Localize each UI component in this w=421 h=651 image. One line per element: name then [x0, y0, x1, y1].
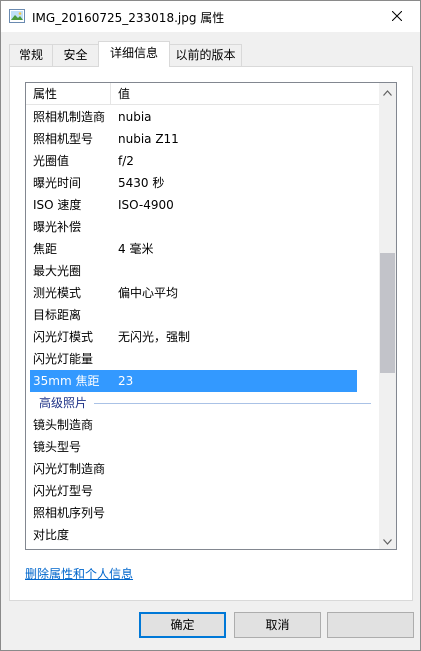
- property-name: 最大光圈: [33, 264, 82, 278]
- property-name: 闪光灯型号: [33, 484, 94, 498]
- chevron-up-icon: [383, 85, 392, 99]
- list-item[interactable]: 光圈值 f/2: [26, 150, 381, 172]
- tab-label: 详细信息: [109, 46, 158, 60]
- header-property[interactable]: 属性: [33, 83, 57, 105]
- group-divider: [94, 403, 371, 404]
- property-name: 照相机制造商: [33, 110, 106, 124]
- list-item-selected[interactable]: 35mm 焦距 23: [30, 370, 357, 392]
- property-name: 目标距离: [33, 308, 82, 322]
- property-name: 镜头型号: [33, 440, 82, 454]
- apply-button[interactable]: [327, 612, 414, 638]
- list-item[interactable]: 照相机序列号: [26, 502, 381, 524]
- tab-label: 以前的版本: [175, 48, 236, 62]
- list-item[interactable]: 最大光圈: [26, 260, 381, 282]
- list-item[interactable]: 对比度: [26, 524, 381, 546]
- property-name: ISO 速度: [33, 198, 82, 212]
- window-title: IMG_20160725_233018.jpg 属性: [32, 11, 225, 25]
- property-list[interactable]: 属性 值 照相机制造商 nubia 照相机型号 nubia Z11 光圈值 f/2 曝…: [25, 82, 397, 550]
- group-header[interactable]: 高级照片: [26, 392, 381, 414]
- close-button[interactable]: [374, 1, 420, 32]
- tab-label: 安全: [63, 48, 88, 62]
- list-item[interactable]: 曝光补偿: [26, 216, 381, 238]
- list-item[interactable]: 目标距离: [26, 304, 381, 326]
- property-value: 偏中心平均: [118, 286, 179, 300]
- property-value: 23: [118, 374, 134, 388]
- property-name: 曝光补偿: [33, 220, 82, 234]
- property-name: 闪光灯模式: [33, 330, 94, 344]
- property-name: 35mm 焦距: [33, 374, 100, 388]
- property-name: 照相机型号: [33, 132, 94, 146]
- list-item[interactable]: 镜头制造商: [26, 414, 381, 436]
- header-value[interactable]: 值: [118, 83, 130, 105]
- tab-details[interactable]: 详细信息: [98, 41, 170, 67]
- list-item[interactable]: 照相机制造商 nubia: [26, 106, 381, 128]
- list-item[interactable]: 曝光时间 5430 秒: [26, 172, 381, 194]
- property-name: 对比度: [33, 528, 70, 542]
- title-bar[interactable]: IMG_20160725_233018.jpg 属性: [1, 1, 420, 32]
- property-name: 闪光灯能量: [33, 352, 94, 366]
- list-item[interactable]: 闪光灯能量: [26, 348, 381, 370]
- chevron-down-icon: [383, 534, 392, 548]
- property-name: 测光模式: [33, 286, 82, 300]
- property-name: 焦距: [33, 242, 58, 256]
- scroll-down-button[interactable]: [379, 532, 396, 549]
- list-item[interactable]: 镜头型号: [26, 436, 381, 458]
- list-item[interactable]: 测光模式 偏中心平均: [26, 282, 381, 304]
- list-item[interactable]: 闪光灯模式 无闪光，强制: [26, 326, 381, 348]
- scrollbar-thumb[interactable]: [380, 253, 395, 373]
- tab-security[interactable]: 安全: [52, 44, 99, 66]
- tab-label: 常规: [18, 48, 43, 62]
- property-value: ISO-4900: [118, 198, 174, 212]
- vertical-scrollbar[interactable]: [379, 83, 396, 549]
- property-name: 光圈值: [33, 154, 70, 168]
- image-file-icon: [9, 9, 25, 23]
- list-item[interactable]: 照相机型号 nubia Z11: [26, 128, 381, 150]
- list-header: 属性 值: [26, 83, 381, 105]
- column-divider[interactable]: [110, 83, 111, 105]
- property-value: 4 毫米: [118, 242, 154, 256]
- scroll-up-button[interactable]: [379, 83, 396, 100]
- property-value: 5430 秒: [118, 176, 165, 190]
- close-icon: [391, 10, 403, 24]
- group-label: 高级照片: [39, 396, 88, 410]
- list-item[interactable]: 闪光灯制造商: [26, 458, 381, 480]
- property-name: 闪光灯制造商: [33, 462, 106, 476]
- property-value: nubia Z11: [118, 132, 179, 146]
- property-name: 照相机序列号: [33, 506, 106, 520]
- list-item[interactable]: ISO 速度 ISO-4900: [26, 194, 381, 216]
- property-value: 无闪光，强制: [118, 330, 191, 344]
- cancel-button[interactable]: 取消: [234, 612, 321, 638]
- property-value: f/2: [118, 154, 134, 168]
- properties-window: IMG_20160725_233018.jpg 属性 常规 安全 详细信息 以前…: [0, 0, 421, 651]
- ok-button[interactable]: 确定: [139, 612, 226, 638]
- property-name: 曝光时间: [33, 176, 82, 190]
- details-panel: 属性 值 照相机制造商 nubia 照相机型号 nubia Z11 光圈值 f/2 曝…: [9, 66, 413, 601]
- tab-general[interactable]: 常规: [9, 44, 53, 66]
- list-item[interactable]: 焦距 4 毫米: [26, 238, 381, 260]
- list-item[interactable]: 闪光灯型号: [26, 480, 381, 502]
- remove-properties-link[interactable]: 删除属性和个人信息: [25, 565, 133, 582]
- property-value: nubia: [118, 110, 152, 124]
- tab-previous-versions[interactable]: 以前的版本: [169, 44, 242, 66]
- property-name: 镜头制造商: [33, 418, 94, 432]
